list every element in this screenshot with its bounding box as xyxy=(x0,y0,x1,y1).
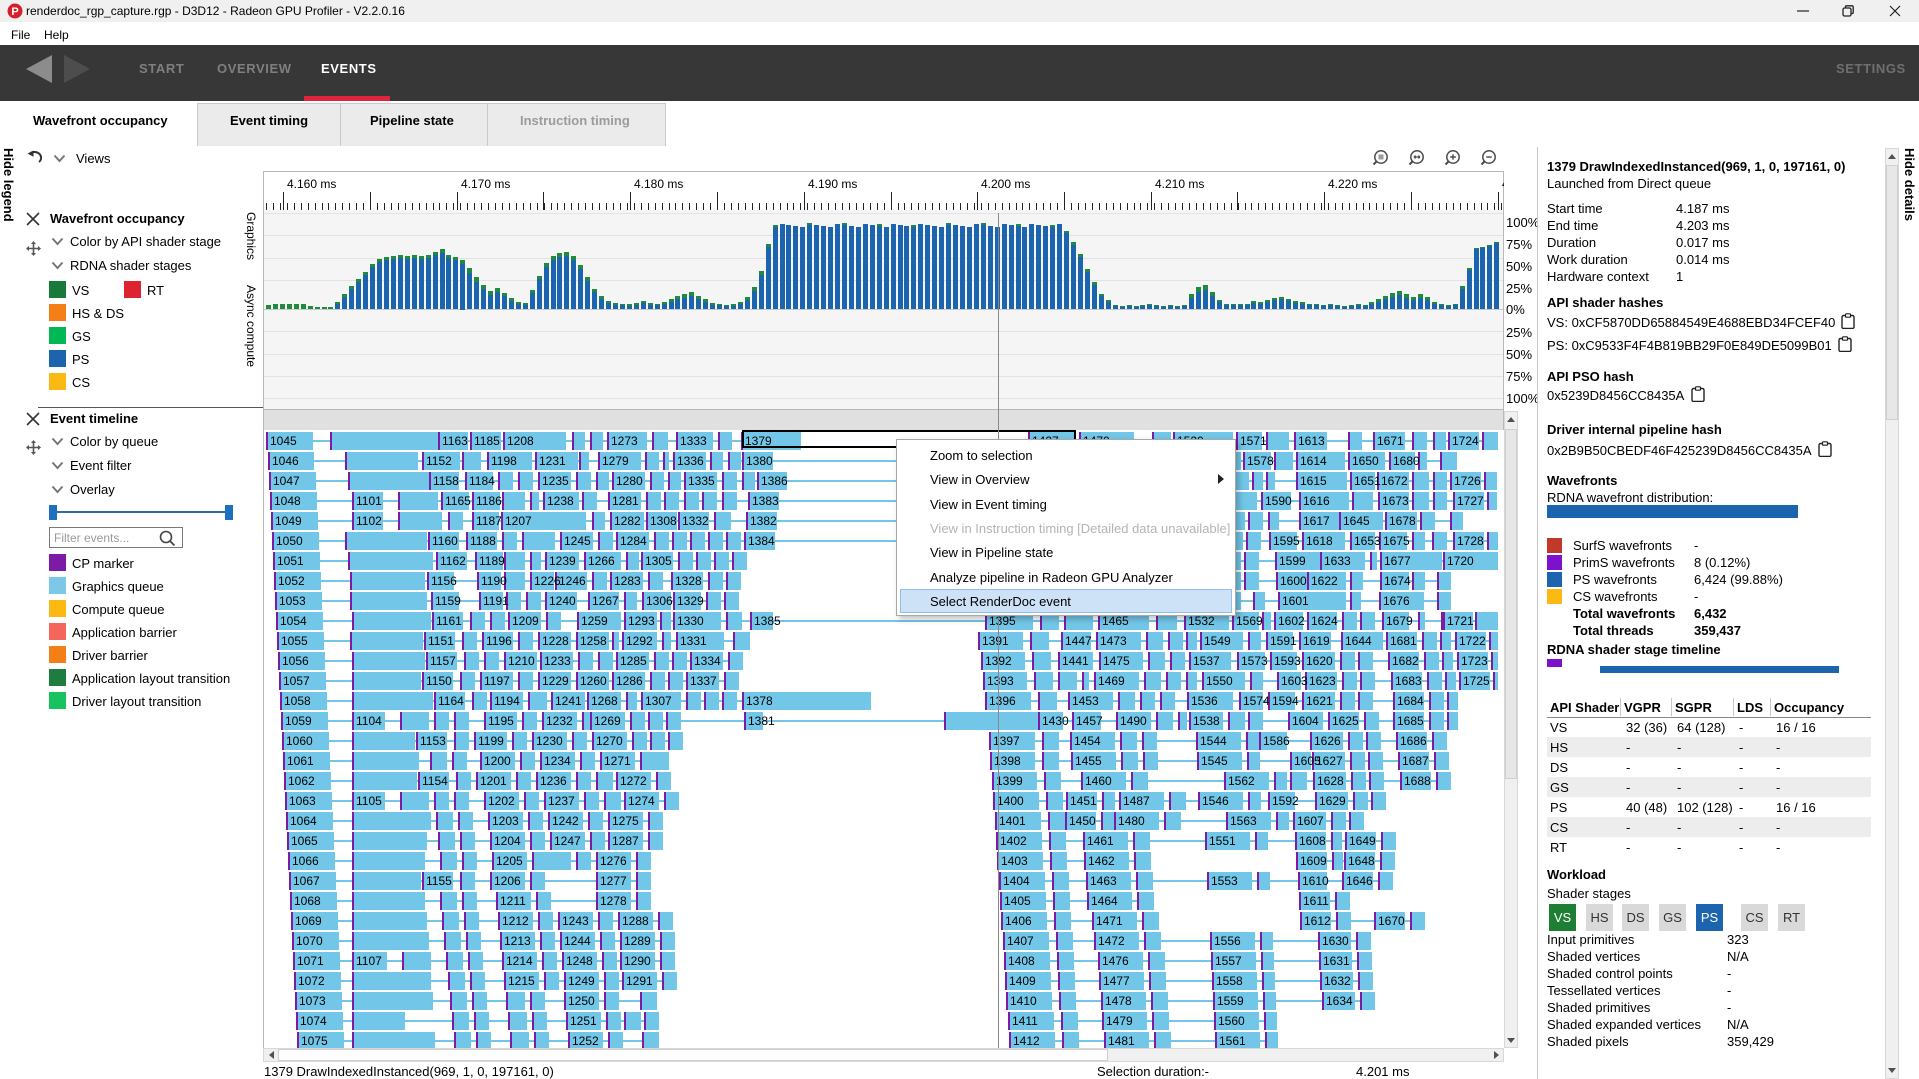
svg-text:P: P xyxy=(11,6,18,18)
